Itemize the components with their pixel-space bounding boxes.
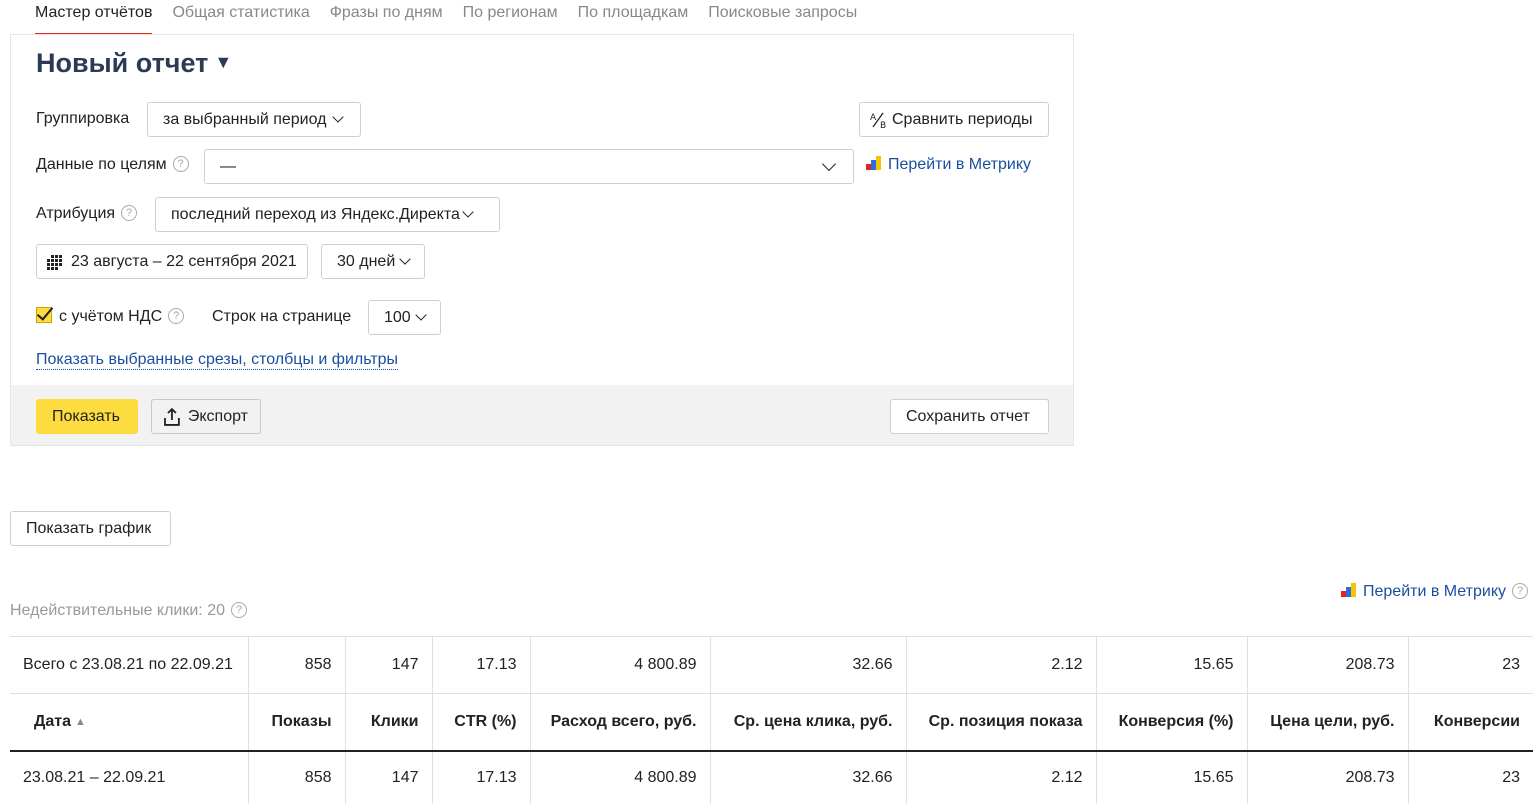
- compare-ab-icon: A B: [870, 112, 886, 129]
- grouping-select[interactable]: за выбранный период: [147, 102, 361, 137]
- column-header-date[interactable]: Дата ▲: [10, 693, 248, 752]
- rows-per-page-value: 100: [384, 308, 411, 326]
- period-select-value: 30 дней: [337, 252, 396, 270]
- column-header[interactable]: Ср. позиция показа: [905, 693, 1096, 752]
- compare-periods-button[interactable]: A B Сравнить периоды: [859, 102, 1049, 137]
- chevron-down-icon: [332, 111, 345, 123]
- table-cell: 2.12: [905, 751, 1096, 804]
- column-header[interactable]: Ср. цена клика, руб.: [709, 693, 906, 752]
- attribution-select[interactable]: последний переход из Яндекс.Директа: [155, 197, 500, 232]
- attribution-label-text: Атрибуция: [36, 205, 116, 222]
- summary-cell: 208.73: [1246, 636, 1408, 694]
- metrika-link-2-label: Перейти в Метрику: [1363, 583, 1507, 600]
- summary-cell: 32.66: [709, 636, 906, 694]
- table-cell: 23: [1407, 751, 1533, 804]
- summary-cell: 23: [1407, 636, 1533, 694]
- table-cell: 23.08.21 – 22.09.21: [23, 769, 166, 786]
- metrika-link[interactable]: Перейти в Метрику: [866, 156, 1031, 174]
- metrika-link-label: Перейти в Метрику: [888, 156, 1032, 173]
- table-cell: 32.66: [709, 751, 906, 804]
- metrika-icon: [866, 156, 882, 170]
- table-cell: 858: [247, 751, 345, 804]
- tab-by-platform[interactable]: По площадкам: [578, 0, 689, 30]
- export-button[interactable]: Экспорт: [151, 399, 261, 434]
- summary-cell: 4 800.89: [529, 636, 710, 694]
- report-title-text: Новый отчет: [36, 48, 209, 78]
- summary-cell: 15.65: [1095, 636, 1247, 694]
- report-tabs: Мастер отчётов Общая статистика Фразы по…: [35, 0, 877, 35]
- column-header[interactable]: Расход всего, руб.: [529, 693, 710, 752]
- rows-per-page-label: Строк на странице: [212, 308, 352, 325]
- column-header[interactable]: Показы: [247, 693, 345, 752]
- stats-table: Всего с 23.08.21 по 22.09.21 858 147 17.…: [10, 636, 1533, 804]
- metrika-link-2[interactable]: Перейти в Метрику?: [1341, 583, 1529, 601]
- title-dropdown-icon[interactable]: ▼: [214, 52, 232, 72]
- rows-per-page-select[interactable]: 100: [368, 300, 441, 335]
- summary-cell: Всего с 23.08.21 по 22.09.21: [10, 636, 248, 694]
- vat-label: с учётом НДС?: [59, 308, 185, 326]
- summary-cell: 147: [344, 636, 432, 694]
- summary-row: Всего с 23.08.21 по 22.09.21 858 147 17.…: [10, 636, 1533, 694]
- show-filters-link[interactable]: Показать выбранные срезы, столбцы и филь…: [36, 351, 399, 370]
- chevron-down-icon: [399, 253, 411, 265]
- attribution-select-value: последний переход из Яндекс.Директа: [171, 205, 460, 223]
- table-row: 23.08.21 – 22.09.21 858 147 17.13 4 800.…: [10, 751, 1533, 804]
- goals-label: Данные по целям?: [36, 156, 189, 174]
- chevron-down-icon: [821, 156, 837, 172]
- column-header[interactable]: Клики: [344, 693, 432, 752]
- date-range-value: 23 августа – 22 сентября 2021: [71, 252, 297, 270]
- grouping-label: Группировка: [36, 110, 130, 127]
- tab-phrases-by-day[interactable]: Фразы по дням: [330, 0, 443, 30]
- table-cell: 208.73: [1246, 751, 1408, 804]
- grouping-select-value: за выбранный период: [163, 110, 327, 128]
- help-icon[interactable]: ?: [121, 205, 138, 221]
- summary-cell: 2.12: [905, 636, 1096, 694]
- invalid-clicks-text: Недействительные клики: 20: [10, 602, 225, 619]
- tab-search-queries[interactable]: Поисковые запросы: [708, 0, 857, 30]
- vat-label-text: с учётом НДС: [59, 308, 163, 325]
- help-icon[interactable]: ?: [1512, 583, 1529, 599]
- column-header[interactable]: Конверсии: [1407, 693, 1533, 752]
- metrika-icon: [1341, 583, 1357, 597]
- goals-select-value: —: [220, 157, 236, 175]
- date-range-picker[interactable]: 23 августа – 22 сентября 2021: [36, 244, 308, 279]
- table-cell: 4 800.89: [529, 751, 710, 804]
- tab-by-region[interactable]: По регионам: [463, 0, 558, 30]
- table-cell: 147: [344, 751, 432, 804]
- table-cell: 15.65: [1095, 751, 1247, 804]
- vat-checkbox[interactable]: [36, 307, 52, 323]
- goals-label-text: Данные по целям: [36, 156, 167, 173]
- attribution-label: Атрибуция?: [36, 205, 138, 223]
- show-chart-button[interactable]: Показать график: [10, 511, 171, 546]
- sort-asc-icon: ▲: [75, 716, 86, 728]
- table-cell: 17.13: [431, 751, 530, 804]
- svg-text:A: A: [870, 113, 877, 123]
- compare-periods-label: Сравнить периоды: [892, 110, 1033, 128]
- period-select[interactable]: 30 дней: [321, 244, 425, 279]
- svg-text:B: B: [880, 121, 886, 129]
- column-header-label: Дата: [34, 713, 72, 730]
- help-icon[interactable]: ?: [172, 156, 189, 172]
- calendar-icon: [47, 254, 62, 270]
- invalid-clicks: Недействительные клики: 20?: [10, 602, 247, 620]
- save-report-button[interactable]: Сохранить отчет: [890, 399, 1049, 434]
- summary-cell: 17.13: [431, 636, 530, 694]
- chevron-down-icon: [462, 206, 474, 218]
- help-icon[interactable]: ?: [168, 308, 185, 324]
- show-button[interactable]: Показать: [36, 399, 138, 434]
- help-icon[interactable]: ?: [230, 602, 247, 618]
- goals-select[interactable]: —: [204, 149, 854, 184]
- export-button-label: Экспорт: [187, 407, 248, 425]
- column-header[interactable]: Конверсия (%): [1095, 693, 1247, 752]
- column-header[interactable]: CTR (%): [431, 693, 530, 752]
- tab-general-stats[interactable]: Общая статистика: [172, 0, 309, 30]
- header-row: Дата ▲ Показы Клики CTR (%) Расход всего,…: [10, 693, 1533, 752]
- report-title[interactable]: Новый отчет ▼: [36, 48, 232, 79]
- chevron-down-icon: [415, 309, 427, 321]
- upload-icon: [164, 407, 180, 426]
- tab-report-wizard[interactable]: Мастер отчётов: [35, 0, 153, 35]
- column-header[interactable]: Цена цели, руб.: [1246, 693, 1408, 752]
- summary-cell: 858: [247, 636, 345, 694]
- report-settings-panel: [10, 34, 1074, 446]
